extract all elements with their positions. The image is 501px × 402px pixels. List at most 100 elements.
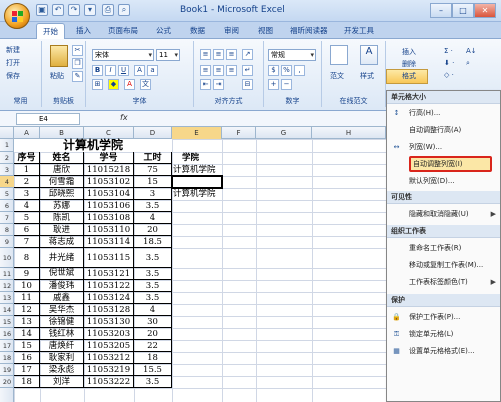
cell[interactable]: 11053222: [84, 376, 134, 388]
fill-icon[interactable]: ⬇ ·: [444, 59, 454, 67]
increase-decimal-icon[interactable]: +: [268, 79, 279, 90]
template-icon[interactable]: [330, 45, 348, 65]
cell[interactable]: 11015218: [84, 164, 134, 176]
row-header-14[interactable]: 14: [0, 304, 14, 316]
cell[interactable]: 20: [134, 328, 172, 340]
shrink-font-icon[interactable]: a: [147, 65, 158, 76]
align-left-icon[interactable]: ≡: [200, 65, 211, 76]
format-button[interactable]: 格式: [386, 69, 428, 84]
currency-icon[interactable]: $: [268, 65, 279, 76]
sort-filter-icon[interactable]: A↓: [466, 47, 477, 55]
row-header-5[interactable]: 5: [0, 188, 14, 200]
menu-item-format-cells[interactable]: ▦ 设置单元格格式(E)...: [387, 343, 500, 359]
menu-item-move-copy[interactable]: 移动或复制工作表(M)...: [387, 257, 500, 273]
column-header-d[interactable]: D: [134, 127, 172, 139]
cell[interactable]: 4: [134, 304, 172, 316]
percent-icon[interactable]: %: [281, 65, 292, 76]
active-cell-e4[interactable]: [171, 175, 223, 189]
tab-insert[interactable]: 插入: [76, 25, 91, 36]
menu-item-row-height[interactable]: ↕ 行高(H)...: [387, 105, 500, 121]
cell[interactable]: 20: [134, 224, 172, 236]
decrease-indent-icon[interactable]: ⇤: [200, 79, 211, 90]
row-header-8[interactable]: 8: [0, 224, 14, 236]
paste-icon[interactable]: [50, 45, 68, 67]
font-color-icon[interactable]: A: [124, 79, 135, 90]
cell[interactable]: 3.5: [134, 268, 172, 280]
cell[interactable]: 学号: [84, 152, 134, 164]
italic-icon[interactable]: I: [105, 65, 116, 76]
cell[interactable]: 18.5: [134, 236, 172, 248]
cell[interactable]: 3.5: [134, 292, 172, 304]
menu-item-autofit-column[interactable]: 自动调整列宽(I): [409, 156, 492, 172]
menu-item-hide-unhide[interactable]: 隐藏和取消隐藏(U) ▶: [387, 206, 500, 222]
column-header-g[interactable]: G: [256, 127, 312, 139]
cell[interactable]: 何雪霜: [40, 176, 84, 188]
cell[interactable]: 15: [134, 176, 172, 188]
comma-icon[interactable]: ,: [294, 65, 305, 76]
cell[interactable]: 12: [14, 304, 40, 316]
fanwen-button[interactable]: 范文: [330, 71, 344, 81]
format-painter-icon[interactable]: ✎: [72, 71, 83, 82]
cell[interactable]: 工时: [134, 152, 172, 164]
merge-center-icon[interactable]: ⊟: [242, 79, 253, 90]
row-header-3[interactable]: 3: [0, 164, 14, 176]
cell[interactable]: 16: [14, 352, 40, 364]
menu-item-protect-sheet[interactable]: 🔒 保护工作表(P)...: [387, 309, 500, 325]
row-header-17[interactable]: 17: [0, 340, 14, 352]
cell[interactable]: 井光绪: [40, 248, 84, 268]
column-header-e[interactable]: E: [172, 127, 222, 139]
cut-icon[interactable]: ✂: [72, 45, 83, 56]
cell[interactable]: 5: [14, 212, 40, 224]
tab-home[interactable]: 开始: [36, 23, 65, 39]
decrease-decimal-icon[interactable]: −: [281, 79, 292, 90]
cell-e-value[interactable]: 计算机学院: [173, 188, 216, 200]
row-header-6[interactable]: 6: [0, 200, 14, 212]
copy-icon[interactable]: ❐: [72, 58, 83, 69]
cell[interactable]: 14: [14, 328, 40, 340]
column-header-h[interactable]: H: [312, 127, 386, 139]
cell[interactable]: 刘洋: [40, 376, 84, 388]
cell[interactable]: 11053205: [84, 340, 134, 352]
align-bottom-icon[interactable]: ≡: [226, 49, 237, 60]
cell[interactable]: 倪世斌: [40, 268, 84, 280]
row-header-19[interactable]: 19: [0, 364, 14, 376]
cell[interactable]: 7: [14, 236, 40, 248]
new-button[interactable]: 新建: [6, 45, 20, 55]
cell[interactable]: 13: [14, 316, 40, 328]
cell[interactable]: 1: [14, 164, 40, 176]
menu-item-default-width[interactable]: 默认列宽(D)...: [387, 173, 500, 189]
cell[interactable]: 戚鑫: [40, 292, 84, 304]
qat-dropdown-icon[interactable]: ▾: [84, 4, 96, 16]
row-header-16[interactable]: 16: [0, 328, 14, 340]
tab-data[interactable]: 数据: [190, 25, 205, 36]
cell[interactable]: 蒋志成: [40, 236, 84, 248]
bold-icon[interactable]: B: [92, 65, 103, 76]
qat-print-icon[interactable]: ⎙: [102, 4, 114, 16]
cell[interactable]: 3.5: [134, 200, 172, 212]
cell[interactable]: 3.5: [134, 376, 172, 388]
find-icon[interactable]: ⌕: [466, 59, 470, 68]
cell[interactable]: 30: [134, 316, 172, 328]
save-button[interactable]: 保存: [6, 71, 20, 81]
cell[interactable]: 3.5: [134, 248, 172, 268]
tab-view[interactable]: 视图: [258, 25, 273, 36]
cell[interactable]: 11053130: [84, 316, 134, 328]
row-header-1[interactable]: 1: [0, 139, 14, 152]
align-right-icon[interactable]: ≡: [226, 65, 237, 76]
tab-formulas[interactable]: 公式: [156, 25, 171, 36]
row-header-7[interactable]: 7: [0, 212, 14, 224]
align-center-icon[interactable]: ≡: [213, 65, 224, 76]
insert-button[interactable]: 插入: [402, 47, 416, 57]
cell[interactable]: 11053102: [84, 176, 134, 188]
cell[interactable]: 17: [14, 364, 40, 376]
clear-icon[interactable]: ◇ ·: [444, 71, 454, 79]
cell[interactable]: 姓名: [40, 152, 84, 164]
cell[interactable]: 序号: [14, 152, 40, 164]
cell[interactable]: 11053114: [84, 236, 134, 248]
grow-font-icon[interactable]: A: [134, 65, 145, 76]
cell[interactable]: 11053115: [84, 248, 134, 268]
cell[interactable]: 11053212: [84, 352, 134, 364]
border-icon[interactable]: ⊞: [92, 79, 103, 90]
undo-icon[interactable]: ↶: [52, 4, 64, 16]
close-button[interactable]: ✕: [474, 3, 496, 18]
